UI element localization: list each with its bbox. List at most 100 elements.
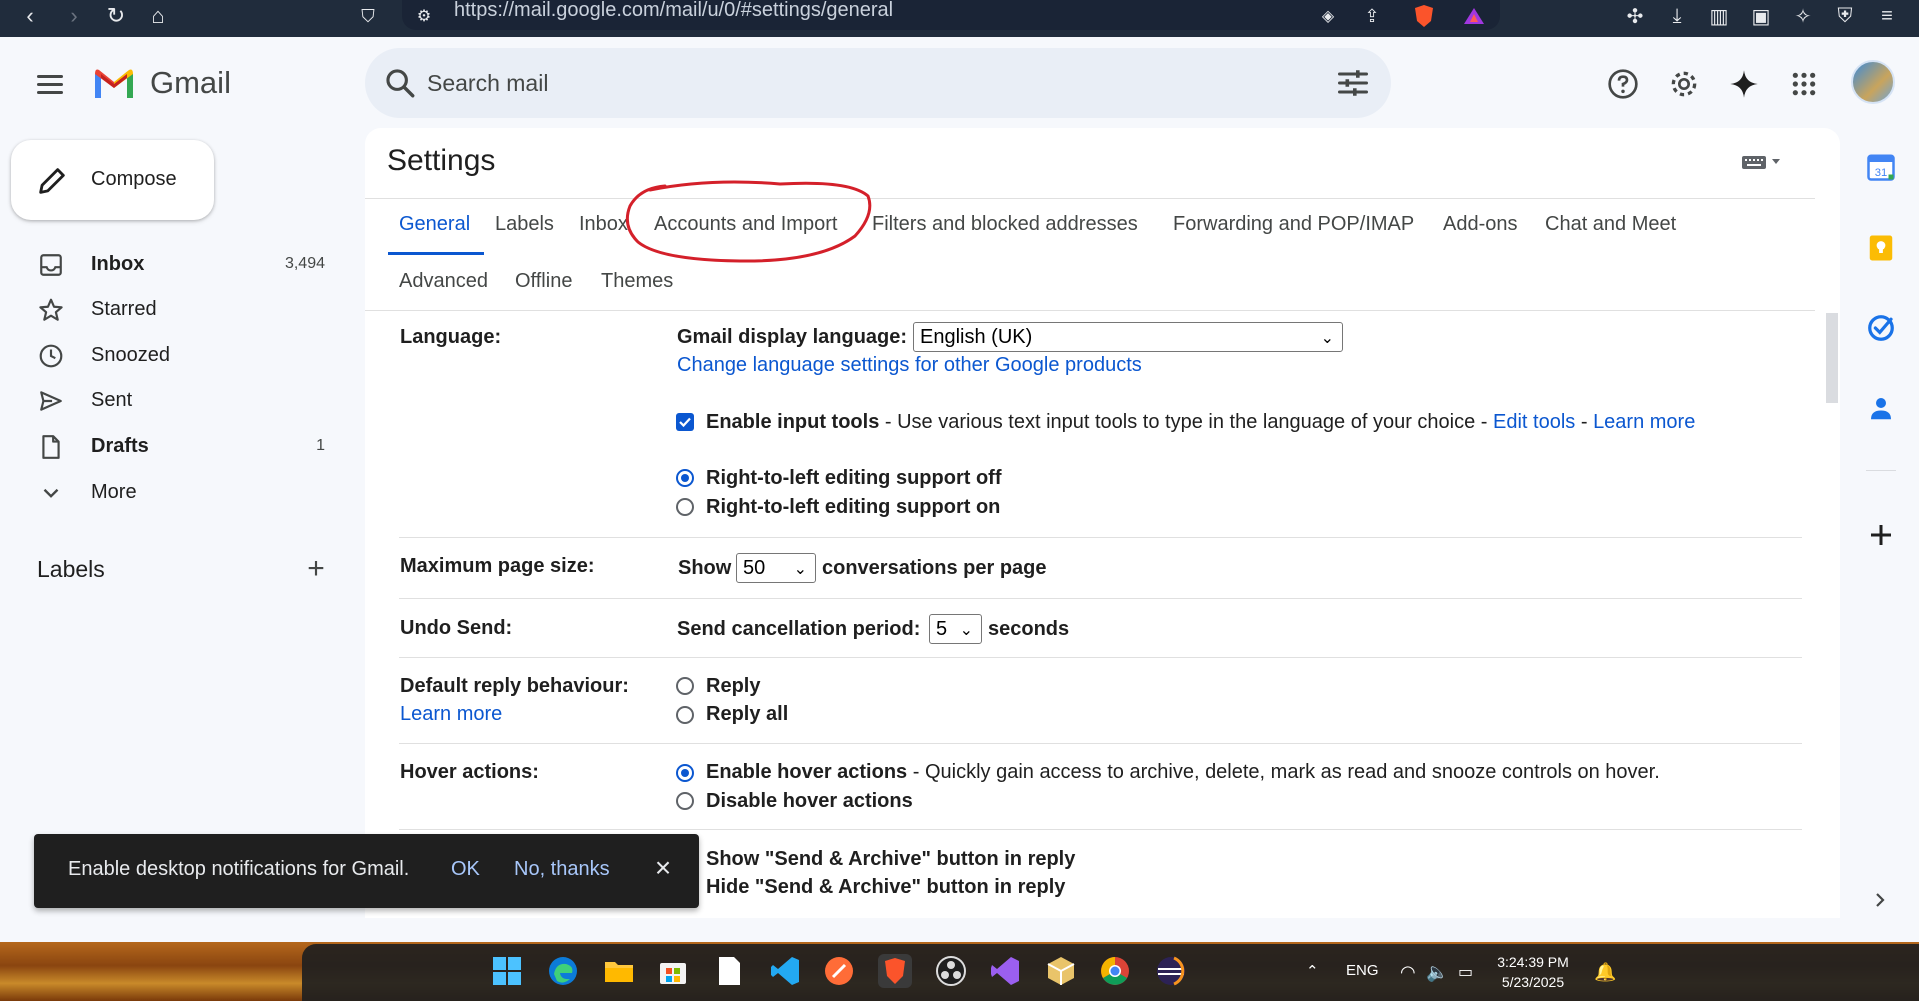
chrome-icon[interactable]: [1098, 954, 1132, 988]
keep-icon[interactable]: [1866, 233, 1896, 263]
file-explorer-icon[interactable]: [602, 954, 636, 988]
help-icon[interactable]: [1603, 64, 1643, 104]
search-icon[interactable]: [383, 66, 417, 100]
battery-icon[interactable]: ▭: [1458, 962, 1473, 982]
input-tools-learn-more-link[interactable]: Learn more: [1593, 411, 1695, 433]
address-bar-url[interactable]: https://mail.google.com/mail/u/0/#settin…: [454, 0, 893, 28]
reload-icon[interactable]: ↻: [100, 0, 132, 32]
downloads-icon[interactable]: ⤓: [1662, 0, 1692, 32]
rtl-on-label: Right-to-left editing support on: [706, 496, 1001, 518]
gmail-logo-icon[interactable]: [92, 66, 136, 100]
bookmark-icon[interactable]: ⛉: [352, 0, 384, 32]
display-language-value: English (UK): [920, 326, 1033, 348]
home-icon[interactable]: ⌂: [142, 0, 174, 32]
sidebar-item-snoozed[interactable]: Snoozed: [0, 333, 340, 377]
notification-bell-icon[interactable]: 🔔: [1594, 962, 1616, 983]
apps-grid-icon[interactable]: [1784, 64, 1824, 104]
edit-tools-link[interactable]: Edit tools: [1493, 411, 1575, 433]
menu-icon[interactable]: ≡: [1872, 0, 1902, 32]
edge-icon[interactable]: [546, 954, 580, 988]
chevron-up-icon[interactable]: ⌃: [1306, 962, 1319, 980]
share-icon[interactable]: ⇪: [1356, 0, 1388, 32]
change-language-link[interactable]: Change language settings for other Googl…: [677, 354, 1142, 377]
sidebar-icon[interactable]: ▥: [1704, 0, 1734, 32]
brave-rewards-icon[interactable]: [1458, 0, 1490, 32]
display-language-select[interactable]: English (UK) ⌄: [913, 322, 1343, 352]
page-size-select[interactable]: 50 ⌄: [736, 553, 816, 583]
site-info-icon[interactable]: ⚙: [408, 0, 440, 32]
microsoft-store-icon[interactable]: [656, 954, 690, 988]
chevron-right-icon[interactable]: [1868, 888, 1892, 912]
add-label-icon[interactable]: +: [300, 554, 332, 586]
toast-message: Enable desktop notifications for Gmail.: [68, 858, 410, 880]
rtl-off-radio[interactable]: [676, 469, 694, 487]
extensions-icon[interactable]: ✣: [1620, 0, 1650, 32]
add-addon-icon[interactable]: [1866, 520, 1896, 550]
search-input[interactable]: [427, 64, 1227, 102]
account-avatar[interactable]: [1851, 60, 1895, 104]
reply-all-radio[interactable]: [676, 706, 694, 724]
tab-add-ons[interactable]: Add-ons: [1443, 213, 1518, 236]
postman-icon[interactable]: [822, 954, 856, 988]
gemini-icon[interactable]: [1724, 64, 1764, 104]
hide-send-archive-label[interactable]: Hide "Send & Archive" button in reply: [706, 876, 1065, 899]
leo-icon[interactable]: ✧: [1788, 0, 1818, 32]
wallet-icon[interactable]: ▣: [1746, 0, 1776, 32]
windows-start-icon[interactable]: [490, 954, 524, 988]
tab-general[interactable]: General: [399, 213, 470, 236]
gmail-wordmark[interactable]: Gmail: [150, 64, 231, 102]
enable-hover-radio[interactable]: [676, 764, 694, 782]
language-indicator[interactable]: ENG: [1346, 962, 1379, 979]
main-menu-button[interactable]: [30, 64, 70, 104]
keyboard-icon[interactable]: [1740, 152, 1784, 172]
show-send-archive-label[interactable]: Show "Send & Archive" button in reply: [706, 848, 1075, 871]
tasks-icon[interactable]: [1866, 313, 1896, 343]
tab-labels[interactable]: Labels: [495, 213, 554, 236]
back-icon[interactable]: ‹: [14, 0, 46, 32]
reply-radio[interactable]: [676, 677, 694, 695]
install-app-icon[interactable]: ◈: [1312, 0, 1344, 32]
tab-chat-and-meet[interactable]: Chat and Meet: [1545, 213, 1676, 236]
rtl-on-radio[interactable]: [676, 498, 694, 516]
app-cube-icon[interactable]: [1044, 954, 1078, 988]
page-size-show: Show: [678, 557, 732, 579]
brave-browser-icon[interactable]: [878, 954, 912, 988]
sidebar-item-sent[interactable]: Sent: [0, 378, 340, 422]
sidebar-item-drafts[interactable]: Drafts 1: [0, 424, 340, 468]
search-bar[interactable]: [365, 48, 1391, 118]
tab-forwarding[interactable]: Forwarding and POP/IMAP: [1173, 213, 1414, 236]
sidebar-item-starred[interactable]: Starred: [0, 287, 340, 331]
visual-studio-icon[interactable]: [988, 954, 1022, 988]
toast-ok-button[interactable]: OK: [451, 858, 480, 881]
brave-shield-icon[interactable]: [1408, 0, 1440, 32]
page-size-suffix: conversations per page: [822, 557, 1047, 579]
vpn-icon[interactable]: ⛨: [1830, 0, 1860, 32]
tab-filters[interactable]: Filters and blocked addresses: [872, 213, 1138, 236]
inbox-count: 3,494: [284, 255, 325, 272]
compose-button[interactable]: Compose: [11, 140, 214, 220]
notepad-icon[interactable]: [712, 954, 746, 988]
eclipse-icon[interactable]: [1154, 954, 1188, 988]
search-options-icon[interactable]: [1335, 65, 1371, 101]
toast-no-thanks-button[interactable]: No, thanks: [514, 858, 610, 881]
tab-advanced[interactable]: Advanced: [399, 270, 488, 293]
vscode-icon[interactable]: [768, 954, 802, 988]
calendar-icon[interactable]: 31: [1866, 152, 1896, 182]
cancellation-period-select[interactable]: 5 ⌄: [929, 614, 982, 644]
settings-scrollbar[interactable]: [1826, 313, 1838, 403]
tab-themes[interactable]: Themes: [601, 270, 673, 293]
obs-icon[interactable]: [934, 954, 968, 988]
enable-input-tools-checkbox[interactable]: [676, 413, 694, 431]
reply-learn-more-link[interactable]: Learn more: [400, 703, 502, 726]
wifi-icon[interactable]: ◠: [1400, 962, 1416, 983]
forward-icon[interactable]: ›: [58, 0, 90, 32]
close-icon[interactable]: ×: [648, 852, 678, 888]
volume-icon[interactable]: 🔈: [1426, 962, 1448, 983]
tab-offline[interactable]: Offline: [515, 270, 572, 293]
sidebar-item-inbox[interactable]: Inbox 3,494: [0, 242, 340, 286]
settings-gear-icon[interactable]: [1664, 64, 1704, 104]
disable-hover-radio[interactable]: [676, 792, 694, 810]
sidebar-item-more[interactable]: More: [0, 470, 340, 514]
contacts-icon[interactable]: [1866, 393, 1896, 423]
taskbar-clock[interactable]: 3:24:39 PM 5/23/2025: [1488, 952, 1578, 992]
